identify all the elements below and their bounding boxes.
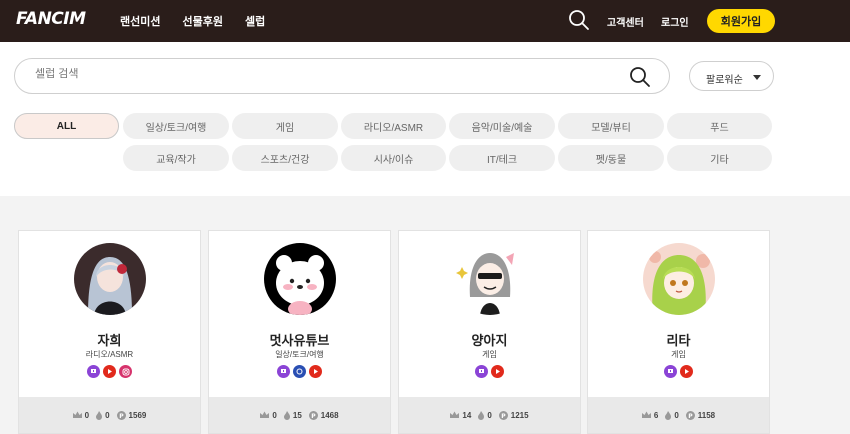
point-icon: P — [498, 410, 508, 420]
stat-points: 1158 — [697, 410, 716, 420]
crown-icon — [641, 411, 651, 418]
support-link[interactable]: 고객센터 — [607, 14, 644, 29]
login-link[interactable]: 로그인 — [661, 14, 689, 29]
svg-text:P: P — [311, 413, 316, 420]
category-education[interactable]: 교육/작가 — [123, 145, 229, 171]
category-tech[interactable]: IT/테크 — [449, 145, 555, 171]
stat-fire: 15 — [292, 410, 302, 420]
stat-points: 1569 — [128, 410, 147, 420]
instagram-icon[interactable] — [119, 365, 132, 378]
category-game[interactable]: 게임 — [232, 113, 338, 139]
youtube-icon[interactable] — [309, 365, 322, 378]
sort-selected: 팔로워순 — [706, 75, 743, 86]
point-icon: P — [308, 410, 318, 420]
social-links — [209, 365, 390, 378]
social-links — [19, 365, 200, 378]
celeb-category: 게임 — [671, 350, 686, 359]
celeb-card[interactable]: 자희 라디오/ASMR 0 0 P 1569 — [18, 230, 201, 434]
svg-text:P: P — [119, 413, 124, 420]
crown-icon — [72, 411, 82, 418]
search-icon[interactable] — [629, 66, 651, 88]
stat-points: 1215 — [510, 410, 529, 420]
stat-crown: 6 — [653, 410, 659, 420]
point-icon: P — [685, 410, 695, 420]
twitch-icon[interactable] — [475, 365, 488, 378]
fancim-logo[interactable]: FANCIM — [16, 9, 86, 29]
crown-icon — [450, 411, 460, 418]
card-stats: 6 0 P 1158 — [588, 397, 769, 433]
avatar — [74, 243, 146, 315]
stat-fire: 0 — [487, 410, 492, 420]
fire-icon — [96, 410, 103, 420]
stat-crown: 0 — [84, 410, 90, 420]
card-stats: 0 0 P 1569 — [19, 397, 200, 433]
stat-fire: 0 — [674, 410, 679, 420]
social-links — [399, 365, 580, 378]
menu-item-mission[interactable]: 랜선미션 — [120, 13, 160, 29]
celeb-card[interactable]: 양아지 게임 14 0 P 1215 — [398, 230, 581, 434]
celeb-card[interactable]: 멋사유튜브 일상/토크/여행 0 15 P 1468 — [208, 230, 391, 434]
category-daily[interactable]: 일상/토크/여행 — [123, 113, 229, 139]
celeb-search-box — [14, 58, 670, 94]
youtube-icon[interactable] — [491, 365, 504, 378]
category-music[interactable]: 음악/미술/예술 — [449, 113, 555, 139]
avatar — [643, 243, 715, 315]
fire-icon — [478, 410, 485, 420]
join-button[interactable]: 회원가입 — [707, 9, 775, 33]
category-radio[interactable]: 라디오/ASMR — [341, 113, 446, 139]
stat-points: 1468 — [320, 410, 339, 420]
card-stats: 14 0 P 1215 — [399, 397, 580, 433]
filter-area: 팔로워순 ALL 일상/토크/여행 게임 라디오/ASMR 음악/미술/예술 모… — [0, 42, 850, 196]
stat-fire: 0 — [105, 410, 110, 420]
celeb-name: 자희 — [97, 333, 122, 348]
menu-item-celeb[interactable]: 셀럽 — [245, 13, 265, 29]
avatar — [264, 243, 336, 315]
youtube-icon[interactable] — [680, 365, 693, 378]
celeb-category: 일상/토크/여행 — [275, 350, 324, 359]
category-sports[interactable]: 스포츠/건강 — [232, 145, 338, 171]
main-menu: 랜선미션 선물후원 셀럽 — [120, 13, 265, 29]
celeb-category: 게임 — [482, 350, 497, 359]
category-food[interactable]: 푸드 — [667, 113, 772, 139]
twitch-icon[interactable] — [664, 365, 677, 378]
celeb-name: 양아지 — [471, 333, 508, 348]
category-news[interactable]: 시사/이슈 — [341, 145, 446, 171]
afreeca-icon[interactable] — [293, 365, 306, 378]
celeb-name: 멋사유튜브 — [269, 333, 330, 348]
svg-text:P: P — [501, 413, 506, 420]
category-pet[interactable]: 펫/동물 — [558, 145, 664, 171]
social-links — [588, 365, 769, 378]
fire-icon — [283, 410, 290, 420]
menu-item-gift[interactable]: 선물후원 — [182, 13, 222, 29]
youtube-icon[interactable] — [103, 365, 116, 378]
avatar — [454, 243, 526, 315]
twitch-icon[interactable] — [87, 365, 100, 378]
svg-text:P: P — [688, 413, 693, 420]
stat-crown: 14 — [462, 410, 472, 420]
top-nav: FANCIM 랜선미션 선물후원 셀럽 고객센터 로그인 회원가입 — [0, 0, 850, 42]
caret-down-icon — [753, 75, 761, 80]
card-stats: 0 15 P 1468 — [209, 397, 390, 433]
stat-crown: 0 — [272, 410, 277, 420]
search-icon[interactable] — [568, 9, 590, 31]
fire-icon — [665, 410, 672, 420]
sort-dropdown[interactable]: 팔로워순 — [689, 61, 774, 91]
category-beauty[interactable]: 모델/뷰티 — [558, 113, 664, 139]
crown-icon — [260, 411, 270, 418]
point-icon: P — [116, 410, 126, 420]
celeb-name: 리타 — [666, 333, 691, 348]
celeb-search-input[interactable] — [35, 68, 615, 80]
celeb-category: 라디오/ASMR — [85, 350, 134, 359]
category-etc[interactable]: 기타 — [667, 145, 772, 171]
category-all[interactable]: ALL — [14, 113, 119, 139]
celeb-card[interactable]: 리타 게임 6 0 P 1158 — [587, 230, 770, 434]
twitch-icon[interactable] — [277, 365, 290, 378]
